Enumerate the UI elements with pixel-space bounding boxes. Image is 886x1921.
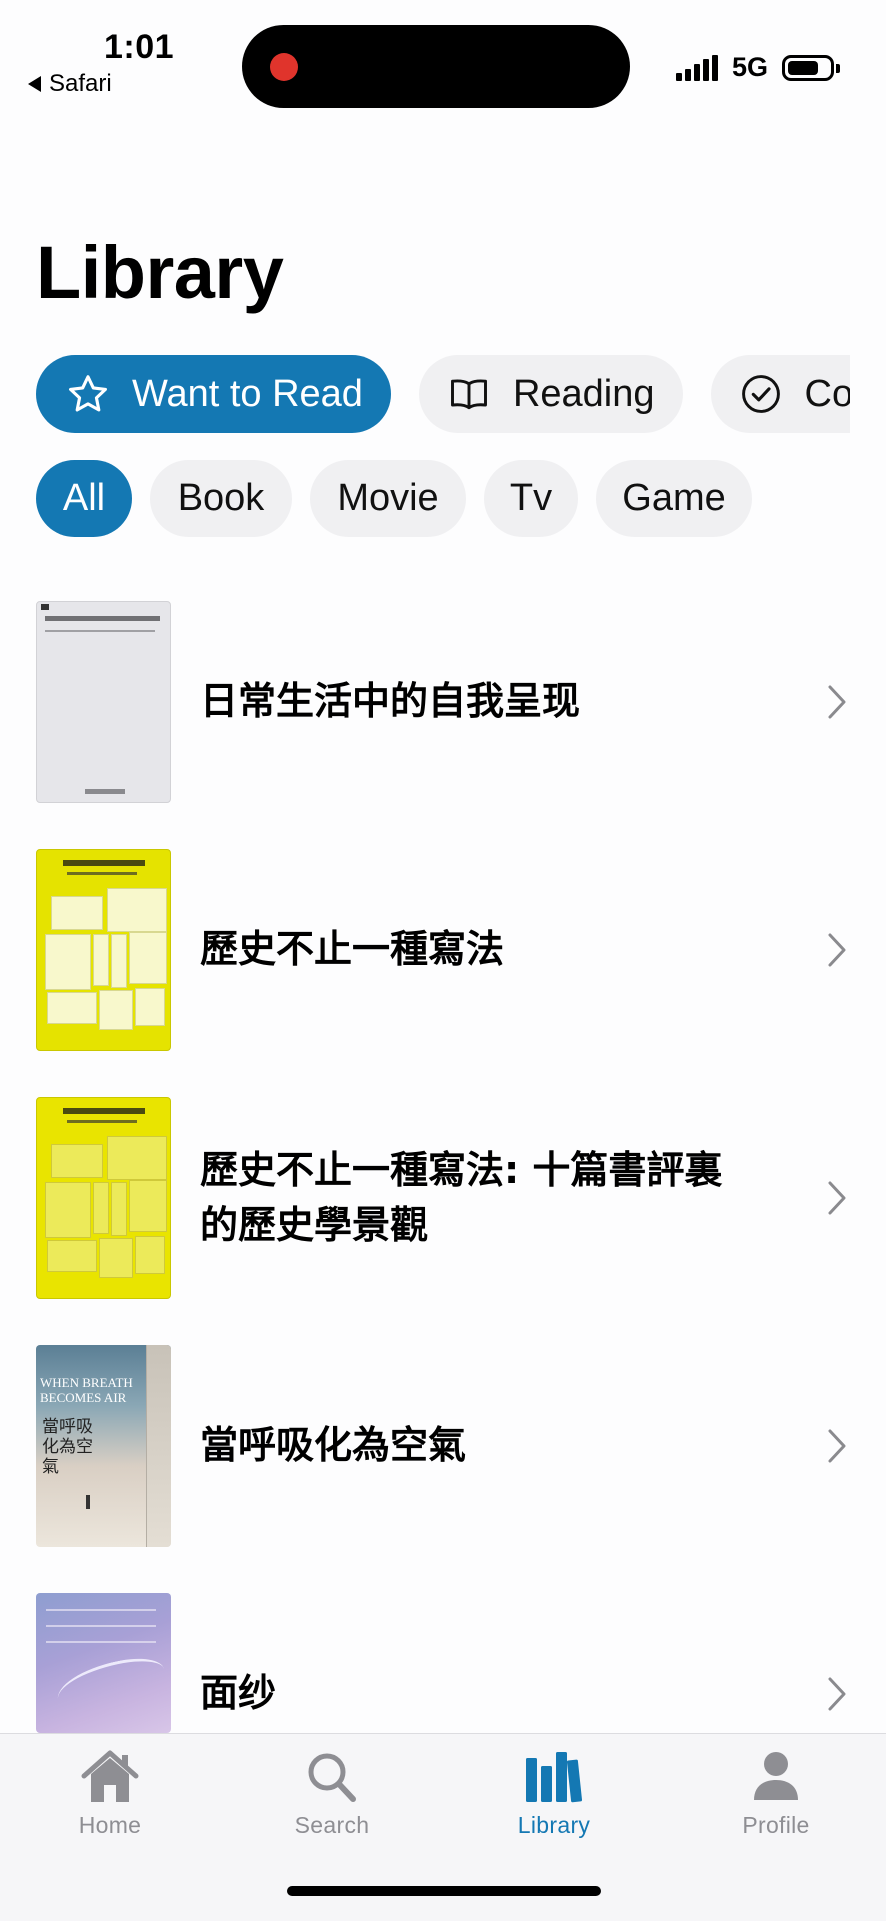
list-item[interactable]: WHEN BREATH BECOMES AIR 當呼吸化為空氣 當呼吸化為空氣 [0,1339,886,1587]
chevron-right-icon [828,933,846,967]
status-filter-bar[interactable]: Want to Read Reading Con [36,355,850,433]
item-title: 歷史不止一種寫法 [200,927,505,972]
tab-profile[interactable]: Profile [696,1748,856,1839]
chevron-right-icon [828,1677,846,1711]
book-cover [36,849,171,1051]
list-item[interactable]: 日常生活中的自我呈现 [0,595,886,843]
back-app-label: Safari [49,70,112,97]
type-chip-all[interactable]: All [36,460,132,537]
book-cover: WHEN BREATH BECOMES AIR 當呼吸化為空氣 [36,1345,171,1547]
cover-chinese-title: 當呼吸化為空氣 [42,1417,93,1477]
item-title: 日常生活中的自我呈现 [200,679,581,724]
chevron-right-icon [828,1429,846,1463]
house-icon [81,1750,139,1802]
tab-label: Profile [742,1812,810,1838]
magnifier-icon [308,1753,356,1802]
type-chip-tv[interactable]: Tv [484,460,578,537]
filter-completed[interactable]: Con [710,355,851,433]
type-chip-movie[interactable]: Movie [310,460,466,537]
recording-indicator-icon [270,53,298,81]
tab-home[interactable]: Home [30,1748,190,1839]
library-list: 日常生活中的自我呈现 歷史不止一種寫法 歷史不止一種寫法: 十篇書評裏的歷史學景… [0,595,886,1835]
item-title: 當呼吸化為空氣 [200,1423,467,1468]
back-triangle-icon [28,76,41,92]
book-cover [36,601,171,803]
checkmark-circle-icon [741,375,780,413]
tab-label: Home [78,1812,142,1838]
chevron-right-icon [828,685,846,719]
cover-english-title: WHEN BREATH BECOMES AIR [40,1375,133,1405]
page-title: Library [36,231,284,314]
filter-label: Reading [512,372,655,415]
status-indicators: 5G [675,52,840,83]
filter-label: Con [804,372,851,415]
home-indicator[interactable] [287,1886,601,1896]
book-open-icon [450,379,487,410]
list-item[interactable]: 歷史不止一種寫法: 十篇書評裏的歷史學景觀 [0,1091,886,1339]
book-cover [36,1097,171,1299]
library-books-icon [526,1752,583,1803]
tab-label: Library [517,1812,591,1838]
chevron-right-icon [828,1181,846,1215]
item-title: 歷史不止一種寫法: 十篇書評裏的歷史學景觀 [200,1147,723,1247]
back-to-app-button[interactable]: Safari [28,70,112,98]
filter-want-to-read[interactable]: Want to Read [36,355,391,433]
person-icon [754,1752,798,1800]
tab-search[interactable]: Search [252,1748,412,1839]
network-type: 5G [731,52,768,82]
dynamic-island [242,25,630,108]
filter-reading[interactable]: Reading [418,355,683,433]
status-time: 1:01 [104,28,175,66]
tab-label: Search [294,1812,370,1838]
cellular-signal-icon [675,54,718,81]
book-cover [36,1593,171,1733]
type-chip-book[interactable]: Book [150,460,292,537]
battery-icon [782,54,840,81]
type-chip-game[interactable]: Game [596,460,752,537]
tab-library[interactable]: Library [474,1748,634,1839]
star-icon [69,375,107,412]
filter-label: Want to Read [132,372,363,415]
type-filter-bar: All Book Movie Tv Game [36,460,752,537]
list-item[interactable]: 歷史不止一種寫法 [0,843,886,1091]
